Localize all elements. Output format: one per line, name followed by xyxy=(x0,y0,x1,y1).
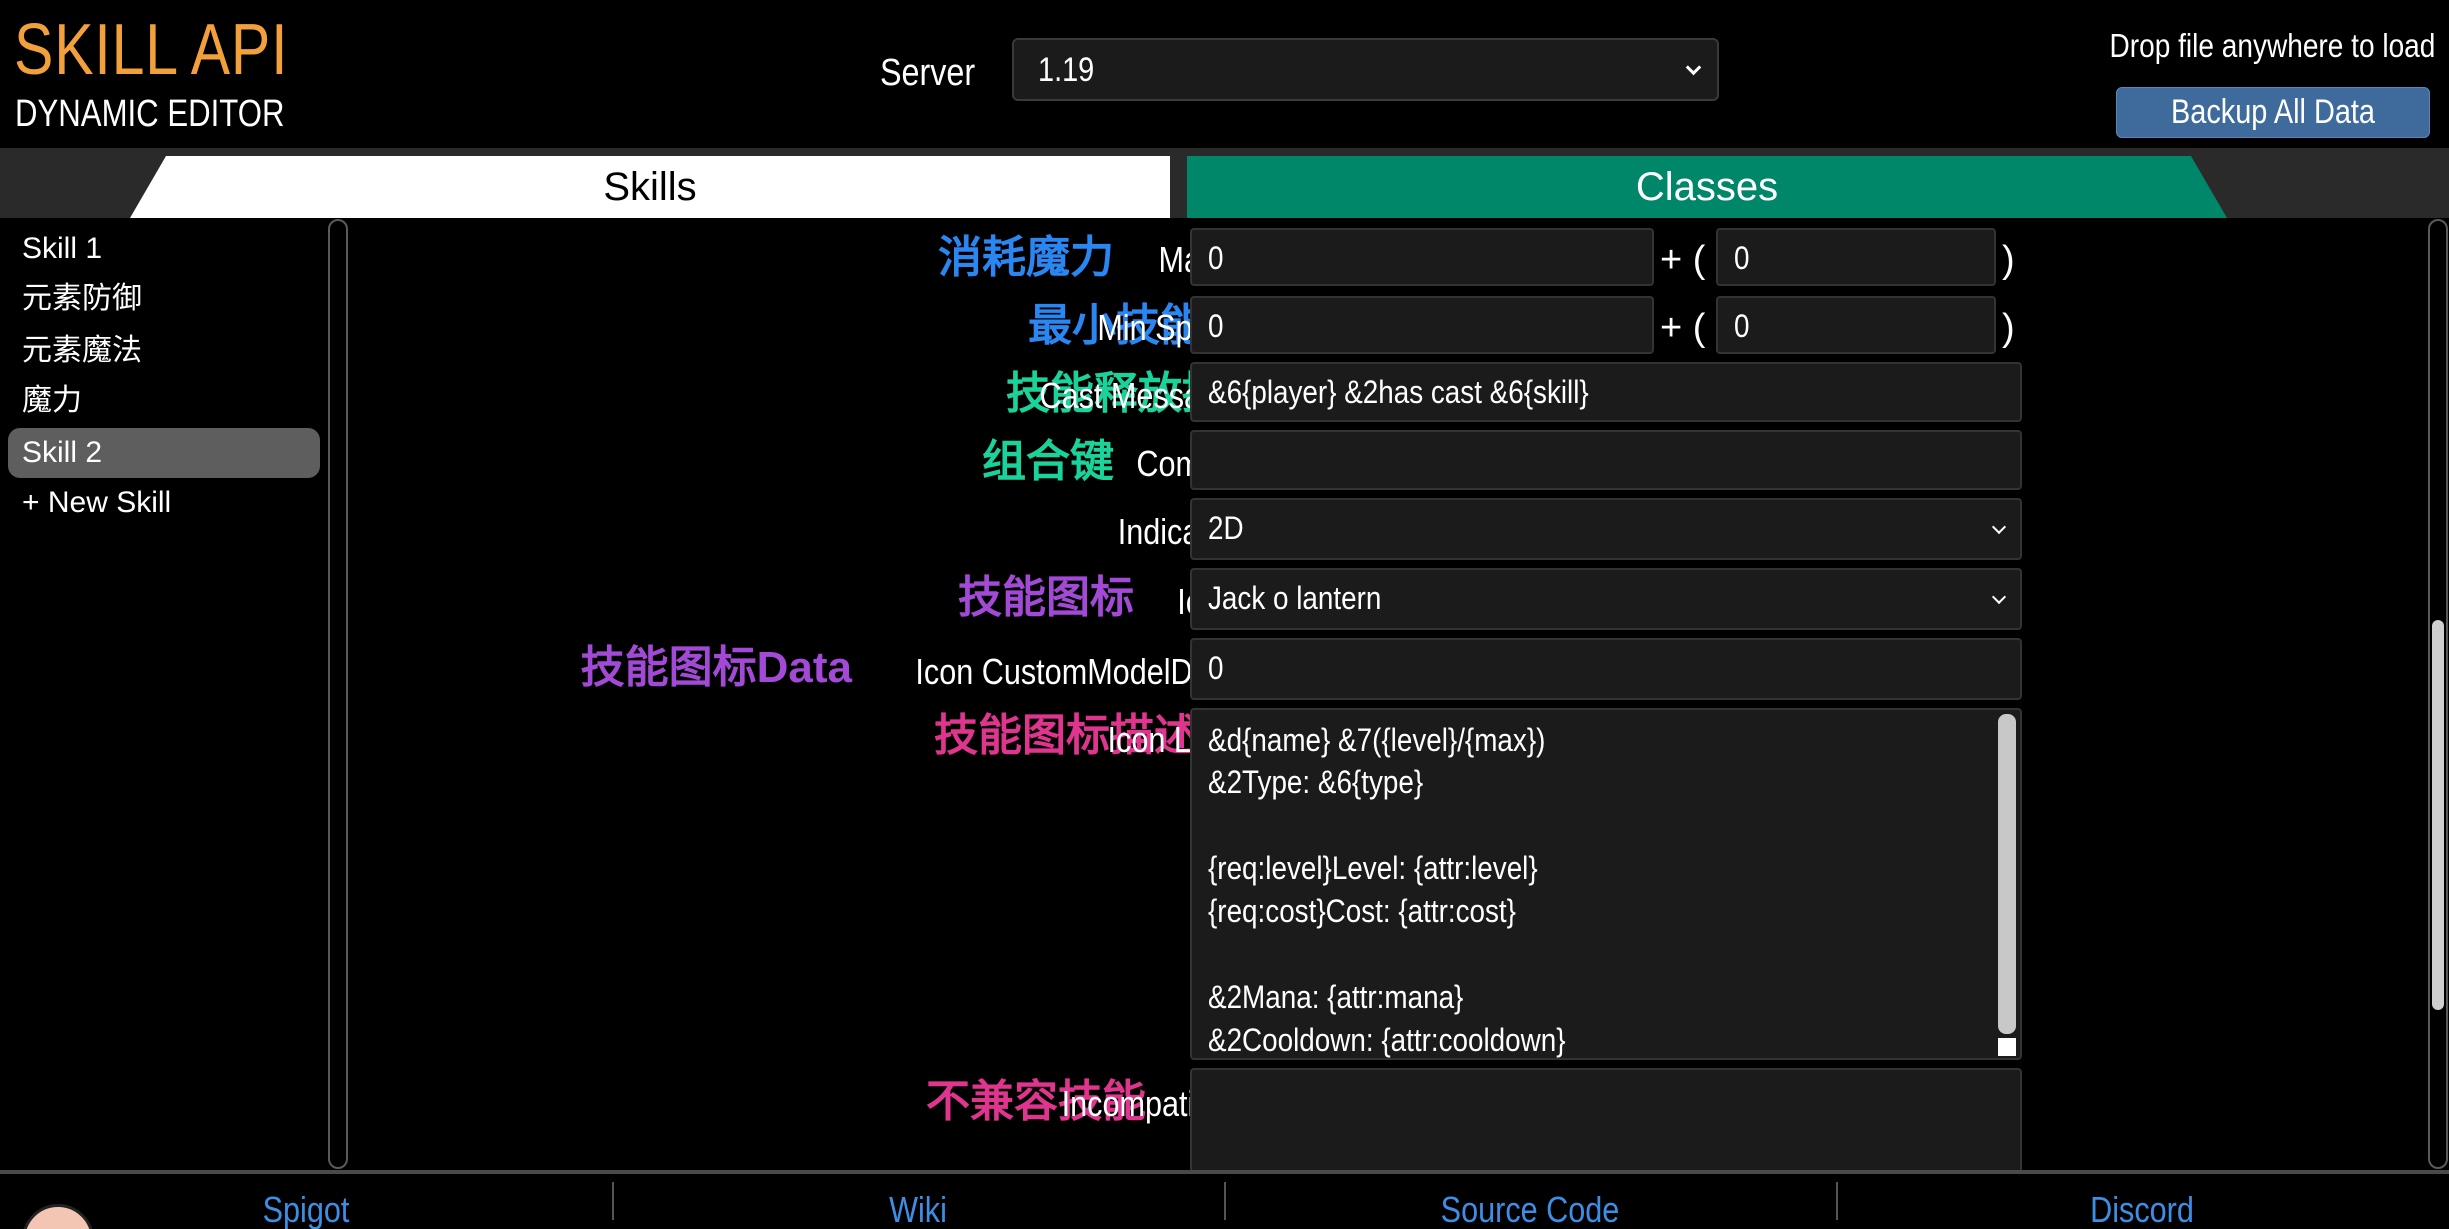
server-select-value: 1.19 xyxy=(1038,51,1095,89)
chevron-down-icon xyxy=(1991,519,2007,535)
min-spent-plus: + ( xyxy=(1660,307,1706,349)
mana-base-input[interactable]: 0 xyxy=(1190,228,1654,286)
skill-list-item[interactable]: 魔力 xyxy=(8,376,320,426)
lore-line: &2Mana: {attr:mana} xyxy=(1208,979,1464,1015)
footer-link-discord[interactable]: Discord xyxy=(1882,1188,2402,1229)
skill-list-item-label: 元素防御 xyxy=(22,282,142,315)
mana-scale-value: 0 xyxy=(1734,240,1750,276)
logo-title: SKILL API xyxy=(14,10,289,90)
logo-subtitle: DYNAMIC EDITOR xyxy=(15,93,285,135)
backup-all-button[interactable]: Backup All Data xyxy=(2116,87,2430,138)
footer-link-spigot[interactable]: Spigot xyxy=(46,1188,566,1229)
icon-select[interactable]: Jack o lantern xyxy=(1190,568,2022,630)
incompatible-input[interactable] xyxy=(1190,1068,2022,1170)
icon-data-input[interactable]: 0 xyxy=(1190,638,2022,700)
lore-line: &2Cooldown: {attr:cooldown} xyxy=(1208,1022,1566,1058)
min-spent-close: ) xyxy=(2002,307,2015,349)
combo-label-zh: 组合键 xyxy=(982,437,1114,486)
lore-line: {req:cost}Cost: {attr:cost} xyxy=(1208,893,1516,929)
footer: Spigot Wiki Source Code Discord xyxy=(0,1170,2449,1229)
lore-line: {req:level}Level: {attr:level} xyxy=(1208,850,1538,886)
tab-skills-label: Skills xyxy=(603,165,697,209)
icon-data-label-zh: 技能图标Data xyxy=(580,643,852,692)
mana-base-value: 0 xyxy=(1208,240,1224,276)
mana-close: ) xyxy=(2002,239,2015,281)
icon-label-zh: 技能图标 xyxy=(958,573,1134,622)
mana-plus: + ( xyxy=(1660,239,1706,281)
skill-list-item-label: 元素魔法 xyxy=(22,334,142,367)
indicator-value: 2D xyxy=(1208,510,1244,546)
indicator-select[interactable]: 2D xyxy=(1190,498,2022,560)
drop-hint: Drop file anywhere to load xyxy=(2109,27,2435,64)
skill-editor: 消耗魔力 Mana 0 + ( 0 ) 最小技能点消费 Min Spent 0 … xyxy=(350,218,2430,1170)
skill-list-item-label: Skill 2 xyxy=(22,436,103,469)
skill-list-item[interactable]: 元素魔法 xyxy=(8,326,320,376)
chevron-down-icon xyxy=(1685,59,1702,76)
footer-divider xyxy=(1224,1182,1226,1220)
combo-input[interactable] xyxy=(1190,430,2022,490)
min-spent-base-input[interactable]: 0 xyxy=(1190,296,1654,354)
backup-all-label: Backup All Data xyxy=(2170,93,2376,131)
footer-divider xyxy=(1836,1182,1838,1220)
cast-message-input[interactable]: &6{player} &2has cast &6{skill} xyxy=(1190,362,2022,422)
mana-scale-input[interactable]: 0 xyxy=(1716,228,1996,286)
tab-classes-label: Classes xyxy=(1635,165,1779,209)
page-scrollbar-thumb[interactable] xyxy=(2432,620,2444,1010)
min-spent-scale-input[interactable]: 0 xyxy=(1716,296,1996,354)
skill-list-item[interactable]: Skill 1 xyxy=(8,224,320,274)
skill-list-item-label: + New Skill xyxy=(22,486,172,519)
icon-data-label: Icon CustomModelData xyxy=(915,651,1235,692)
lore-line: &d{name} &7({level}/{max}) xyxy=(1208,722,1546,758)
lore-line: &2Type: &6{type} xyxy=(1208,764,1424,800)
skill-list-item[interactable]: + New Skill xyxy=(8,478,320,528)
server-select[interactable]: 1.19 xyxy=(1012,38,1719,101)
header: SKILL API DYNAMIC EDITOR Server 1.19 Dro… xyxy=(0,0,2449,148)
skill-list-item-label: Skill 1 xyxy=(22,232,103,265)
tab-skills[interactable]: Skills xyxy=(130,156,1170,218)
min-spent-scale-value: 0 xyxy=(1734,308,1750,344)
mana-label-zh: 消耗魔力 xyxy=(938,233,1114,282)
footer-link-source-code[interactable]: Source Code xyxy=(1270,1188,1790,1229)
tab-classes[interactable]: Classes xyxy=(1187,156,2227,218)
footer-divider xyxy=(612,1182,614,1220)
skill-list-item-selected[interactable]: Skill 2 xyxy=(8,428,320,478)
tab-bar: Skills Classes xyxy=(0,148,2449,218)
icon-lore-textarea[interactable]: &d{name} &7({level}/{max}) &2Type: &6{ty… xyxy=(1190,708,2022,1060)
lore-scrollbar-thumb[interactable] xyxy=(1998,714,2016,1034)
icon-value: Jack o lantern xyxy=(1208,580,1382,616)
skill-list-item[interactable]: 元素防御 xyxy=(8,274,320,324)
footer-link-wiki[interactable]: Wiki xyxy=(658,1188,1178,1229)
sidebar-scrollbar[interactable] xyxy=(328,219,348,1169)
skill-list-item-label: 魔力 xyxy=(22,384,82,417)
server-label: Server xyxy=(880,52,976,94)
cast-message-value: &6{player} &2has cast &6{skill} xyxy=(1208,374,1589,410)
resize-handle-icon[interactable] xyxy=(1998,1038,2016,1056)
skill-list: Skill 1 元素防御元素魔法魔力 Skill 2 + New Skill xyxy=(0,218,330,1170)
chevron-down-icon xyxy=(1991,589,2007,605)
icon-data-value: 0 xyxy=(1208,650,1224,686)
min-spent-base-value: 0 xyxy=(1208,308,1224,344)
